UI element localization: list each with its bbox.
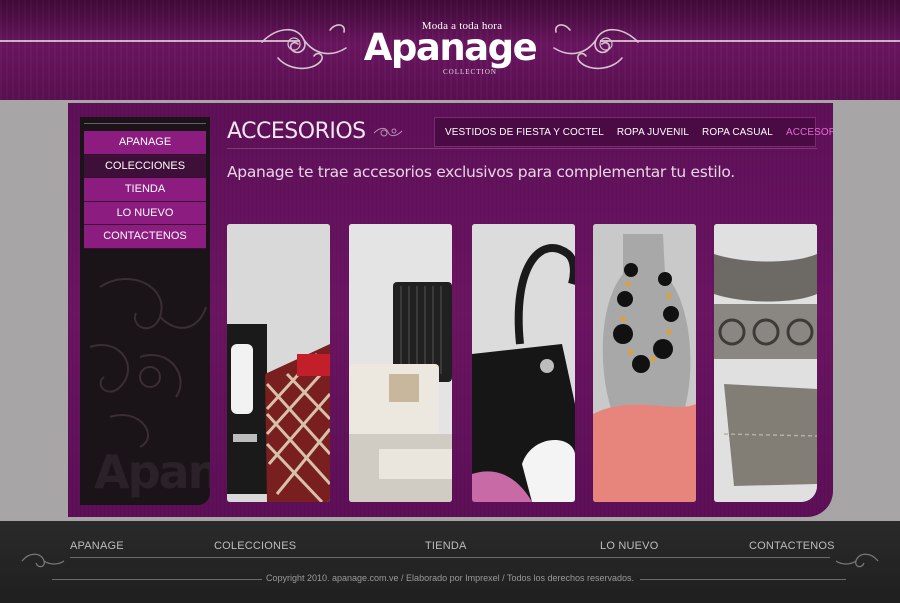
- header-rule-left: [0, 40, 300, 42]
- gallery-photo-bead-necklace[interactable]: [593, 224, 696, 502]
- product-gallery: [227, 224, 827, 502]
- sidebar-item-lo-nuevo[interactable]: LO NUEVO: [84, 201, 206, 225]
- gallery-photo-red-lattice-handbag[interactable]: [227, 224, 330, 502]
- title-divider: [227, 148, 817, 149]
- right-swirl-ornament-icon: [553, 24, 639, 70]
- gallery-photo-clutches[interactable]: [349, 224, 452, 502]
- sidebar-divider: [84, 123, 206, 124]
- title-flourish-icon: [373, 127, 403, 137]
- sidebar-item-contactenos[interactable]: CONTACTENOS: [84, 225, 206, 249]
- copyright-text: Copyright 2010. apanage.com.ve / Elabora…: [265, 573, 635, 583]
- nav-vestidos-fiesta-coctel[interactable]: VESTIDOS DE FIESTA Y COCTEL: [445, 127, 604, 138]
- footer-nav: APANAGE COLECCIONES TIENDA LO NUEVO CONT…: [0, 540, 900, 556]
- sidebar-watermark-text: Apana: [94, 445, 210, 499]
- footer-link-colecciones[interactable]: COLECCIONES: [214, 540, 296, 552]
- nav-accesorios[interactable]: ACCESORIOS: [786, 127, 833, 138]
- site-logo[interactable]: Moda a toda hora Apanage COLLECTION: [345, 14, 555, 76]
- sidebar-item-tienda[interactable]: TIENDA: [84, 178, 206, 202]
- footer-link-tienda[interactable]: TIENDA: [425, 540, 467, 552]
- footer-link-apanage[interactable]: APANAGE: [70, 540, 124, 552]
- left-swirl-ornament-icon: [261, 24, 347, 70]
- gallery-photo-metallic-belts[interactable]: [714, 224, 817, 502]
- footer-link-contactenos[interactable]: CONTACTENOS: [749, 540, 835, 552]
- sidebar: APANAGE COLECCIONES TIENDA LO NUEVO CONT…: [80, 117, 210, 505]
- gallery-photo-black-handbag[interactable]: [472, 224, 575, 502]
- site-footer: APANAGE COLECCIONES TIENDA LO NUEVO CONT…: [0, 521, 900, 603]
- content-panel: APANAGE COLECCIONES TIENDA LO NUEVO CONT…: [68, 103, 833, 517]
- header-rule-right: [600, 40, 900, 42]
- sidebar-item-apanage[interactable]: APANAGE: [84, 131, 206, 155]
- intro-text: Apanage te trae accesorios exclusivos pa…: [227, 163, 735, 181]
- sidebar-item-colecciones[interactable]: COLECCIONES: [84, 154, 206, 178]
- nav-ropa-juvenil[interactable]: ROPA JUVENIL: [617, 127, 689, 138]
- footer-link-lo-nuevo[interactable]: LO NUEVO: [600, 540, 658, 552]
- footer-top-rule: [70, 557, 830, 558]
- sidebar-menu: APANAGE COLECCIONES TIENDA LO NUEVO CONT…: [84, 131, 206, 249]
- category-nav: VESTIDOS DE FIESTA Y COCTEL ROPA JUVENIL…: [434, 117, 833, 147]
- logo-collection-label: COLLECTION: [443, 68, 497, 76]
- site-header: Moda a toda hora Apanage COLLECTION: [0, 0, 900, 100]
- logo-brand-name: Apanage: [363, 26, 538, 69]
- page-title: ACCESORIOS: [227, 119, 366, 144]
- nav-ropa-casual[interactable]: ROPA CASUAL: [702, 127, 773, 138]
